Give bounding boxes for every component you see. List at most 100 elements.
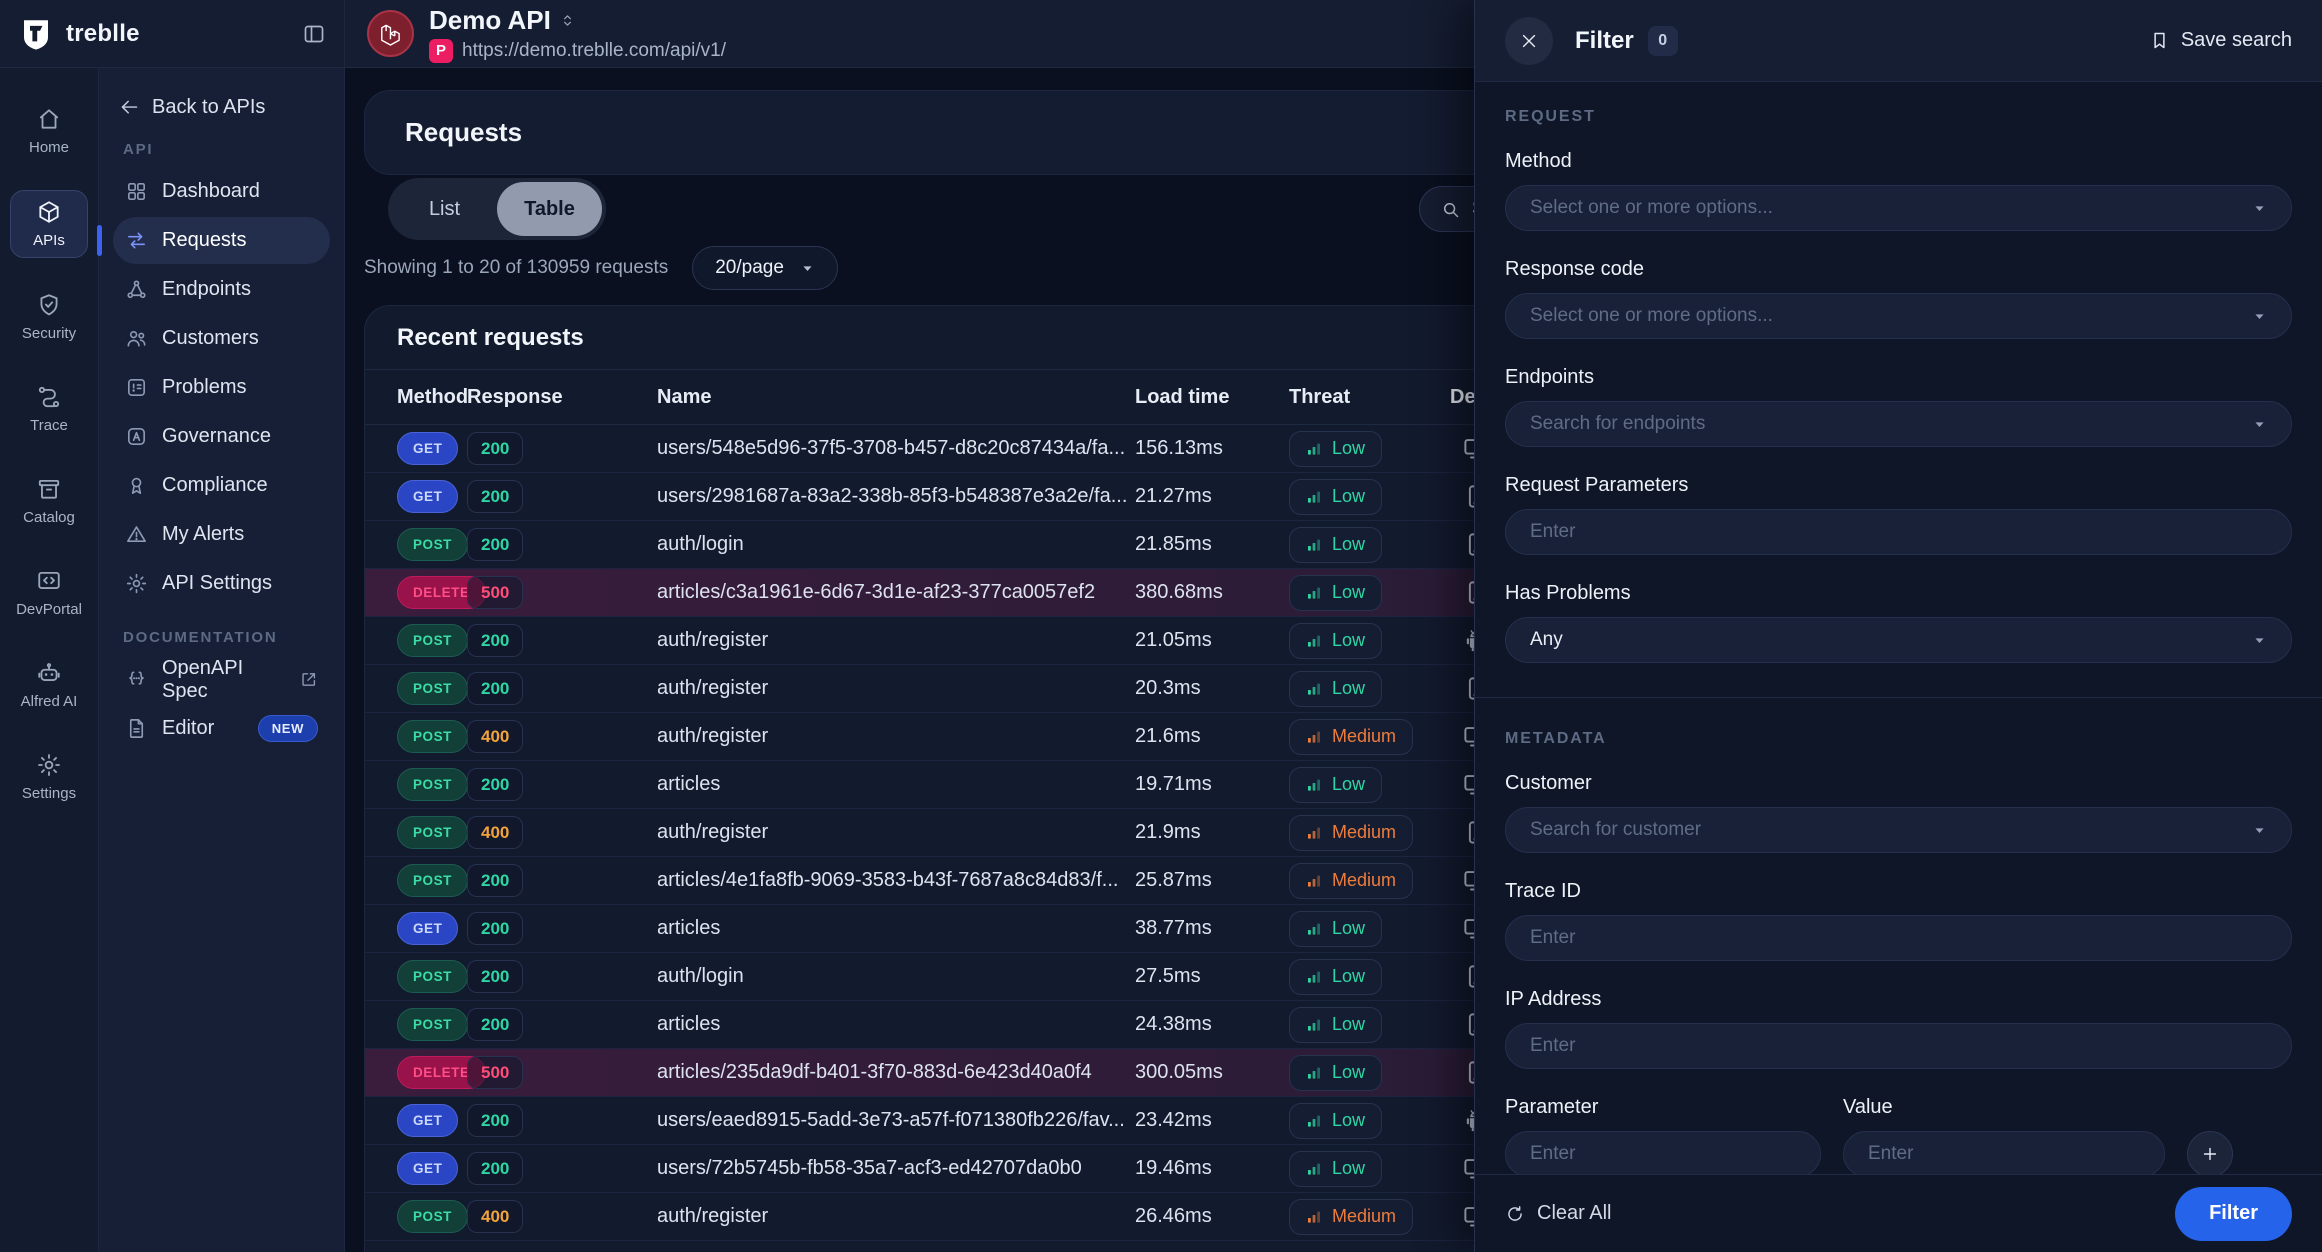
request-name: articles (657, 1013, 1135, 1036)
threat-badge: Low (1289, 767, 1382, 803)
value-input[interactable]: Enter (1843, 1131, 2165, 1174)
sidebar-item-dashboard[interactable]: Dashboard (113, 168, 330, 215)
sidebar-item-my-alerts[interactable]: My Alerts (113, 511, 330, 558)
threat-badge: Low (1289, 959, 1382, 995)
endpoints-placeholder: Search for endpoints (1530, 413, 1705, 435)
sidebar-item-endpoints[interactable]: Endpoints (113, 266, 330, 313)
request-name: users/548e5d96-37f5-3708-b457-d8c20c8743… (657, 437, 1135, 460)
rail-item-apis[interactable]: APIs (10, 190, 88, 258)
response-cell: 400 (467, 816, 657, 849)
response-cell: 200 (467, 912, 657, 945)
back-to-apis-button[interactable]: Back to APIs (119, 96, 324, 119)
sidebar-item-api-settings[interactable]: API Settings (113, 560, 330, 607)
request-name: users/72b5745b-fb58-35a7-acf3-ed42707da0… (657, 1157, 1135, 1180)
endpoints-label: Endpoints (1505, 366, 2292, 389)
response-code-placeholder: Select one or more options... (1530, 305, 1773, 327)
response-code-label: Response code (1505, 258, 2292, 281)
request-name: auth/login (657, 965, 1135, 988)
threat-cell: Medium (1289, 719, 1450, 755)
endpoints-select[interactable]: Search for endpoints (1505, 401, 2292, 447)
method-cell: POST (397, 720, 467, 753)
threat-cell: Low (1289, 1103, 1450, 1139)
column-header-response: Response (467, 386, 657, 409)
external-link-icon (299, 669, 318, 690)
load-time: 21.9ms (1135, 821, 1289, 844)
parameter-input[interactable]: Enter (1505, 1131, 1821, 1174)
sidebar-item-label: OpenAPI Spec (162, 657, 285, 703)
method-select[interactable]: Select one or more options... (1505, 185, 2292, 231)
save-search-button[interactable]: Save search (2149, 29, 2292, 52)
ip-address-placeholder: Enter (1530, 1035, 1575, 1057)
load-time: 21.05ms (1135, 629, 1289, 652)
method-badge: GET (397, 912, 458, 945)
customer-select[interactable]: Search for customer (1505, 807, 2292, 853)
method-label: Method (1505, 150, 2292, 173)
threat-badge: Medium (1289, 719, 1413, 755)
alert-icon (125, 523, 148, 546)
robot-icon (36, 660, 62, 686)
per-page-select[interactable]: 20/page (692, 246, 838, 290)
collapse-sidebar-icon[interactable] (302, 22, 326, 46)
threat-label: Medium (1332, 822, 1396, 843)
brand-bar: treblle (0, 0, 345, 68)
load-time: 380.68ms (1135, 581, 1289, 604)
has-problems-select[interactable]: Any (1505, 617, 2292, 663)
request-name: articles (657, 917, 1135, 940)
sidebar-item-label: Requests (162, 229, 247, 252)
response-code-badge: 200 (467, 912, 523, 945)
sidebar-item-governance[interactable]: Governance (113, 413, 330, 460)
api-switcher[interactable]: Demo API (429, 5, 726, 36)
load-time: 24.38ms (1135, 1013, 1289, 1036)
threat-label: Low (1332, 1158, 1365, 1179)
threat-cell: Low (1289, 431, 1450, 467)
sidebar-item-problems[interactable]: Problems (113, 364, 330, 411)
refresh-icon (1505, 1204, 1525, 1224)
sidebar-item-requests[interactable]: Requests (113, 217, 330, 264)
threat-badge: Low (1289, 1007, 1382, 1043)
response-code-select[interactable]: Select one or more options... (1505, 293, 2292, 339)
apply-filter-button[interactable]: Filter (2175, 1187, 2292, 1241)
trace-id-input[interactable]: Enter (1505, 915, 2292, 961)
sidebar-section-api: API (123, 141, 320, 158)
sidebar-item-customers[interactable]: Customers (113, 315, 330, 362)
method-badge: GET (397, 432, 458, 465)
method-badge: GET (397, 1104, 458, 1137)
close-filter-button[interactable] (1505, 17, 1553, 65)
clear-all-label: Clear All (1537, 1202, 1611, 1225)
ip-address-input[interactable]: Enter (1505, 1023, 2292, 1069)
add-parameter-button[interactable] (2187, 1131, 2233, 1174)
rail-item-settings[interactable]: Settings (10, 744, 88, 810)
cube-icon (36, 199, 62, 225)
rail-item-devportal[interactable]: DevPortal (10, 560, 88, 626)
clear-all-button[interactable]: Clear All (1505, 1202, 1611, 1225)
load-time: 21.85ms (1135, 533, 1289, 556)
back-arrow-icon (119, 97, 140, 118)
filter-body: REQUEST Method Select one or more option… (1475, 82, 2322, 1174)
request-parameters-input[interactable]: Enter (1505, 509, 2292, 555)
threat-badge: Low (1289, 575, 1382, 611)
method-cell: GET (397, 432, 467, 465)
method-cell: POST (397, 1008, 467, 1041)
rail-item-catalog[interactable]: Catalog (10, 468, 88, 534)
sidebar-item-openapi-spec[interactable]: OpenAPI Spec (113, 656, 330, 703)
rail-item-trace[interactable]: Trace (10, 376, 88, 442)
threat-badge: Low (1289, 431, 1382, 467)
method-cell: POST (397, 672, 467, 705)
threat-badge: Low (1289, 623, 1382, 659)
threat-cell: Low (1289, 479, 1450, 515)
rail-item-alfred-ai[interactable]: Alfred AI (10, 652, 88, 718)
response-cell: 200 (467, 768, 657, 801)
rail-item-home[interactable]: Home (10, 98, 88, 164)
threat-cell: Low (1289, 1007, 1450, 1043)
rail-item-security[interactable]: Security (10, 284, 88, 350)
sidebar-item-compliance[interactable]: Compliance (113, 462, 330, 509)
view-toggle-table[interactable]: Table (497, 182, 602, 236)
view-toggle-list[interactable]: List (392, 182, 497, 236)
column-header-load-time: Load time (1135, 386, 1289, 409)
response-cell: 400 (467, 1200, 657, 1233)
sidebar-item-editor[interactable]: EditorNEW (113, 705, 330, 752)
per-page-value: 20/page (715, 257, 784, 279)
signal-bars-icon (1306, 1209, 1322, 1225)
method-cell: POST (397, 528, 467, 561)
chevron-down-icon (800, 261, 815, 276)
